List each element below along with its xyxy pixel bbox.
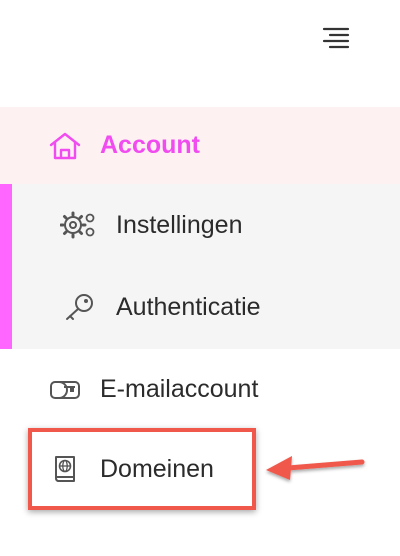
key-icon [60, 292, 98, 322]
home-icon [48, 131, 82, 161]
active-indicator [0, 184, 12, 349]
mailbox-icon [48, 374, 82, 404]
sidebar-item-e-mailaccount[interactable]: E-mailaccount [0, 349, 400, 429]
sidebar-item-instellingen-label: Instellingen [116, 210, 243, 239]
account-submenu: Instellingen Authenticatie [0, 184, 400, 349]
sidebar-item-authenticatie[interactable]: Authenticatie [0, 266, 400, 348]
menu-lines-icon [322, 25, 350, 49]
sidebar-item-domeinen-label: Domeinen [100, 454, 214, 483]
globe-book-icon [48, 454, 82, 484]
sidebar-nav: Account Instellingen Authenticatie E-mai… [0, 107, 400, 509]
sidebar-item-account[interactable]: Account [0, 107, 400, 184]
sidebar-item-authenticatie-label: Authenticatie [116, 292, 261, 321]
sidebar-item-domeinen[interactable]: Domeinen [0, 429, 400, 509]
sidebar-item-instellingen[interactable]: Instellingen [0, 184, 400, 266]
sidebar-item-account-label: Account [100, 131, 200, 159]
menu-toggle-button[interactable] [318, 22, 354, 52]
gears-icon [60, 210, 98, 240]
sidebar-item-e-mailaccount-label: E-mailaccount [100, 374, 259, 403]
